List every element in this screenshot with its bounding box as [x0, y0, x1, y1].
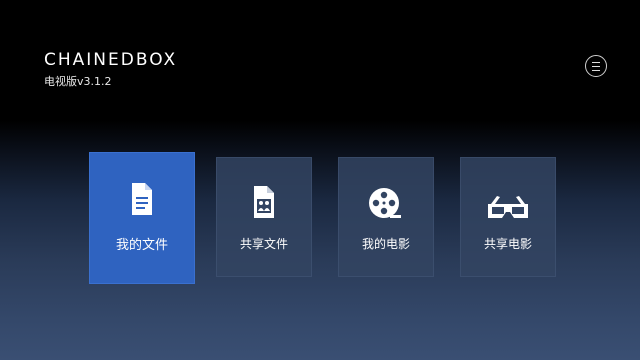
tile-label: 我的文件: [115, 238, 168, 253]
tile-label: 我的电影: [361, 237, 410, 251]
document-icon: [130, 183, 154, 219]
tile-my-files[interactable]: 我的文件: [89, 152, 195, 284]
tile-label: 共享电影: [483, 237, 532, 251]
3d-glasses-icon: [487, 196, 529, 226]
tile-shared-files[interactable]: 共享文件: [216, 157, 312, 277]
tile-my-movies[interactable]: 我的电影: [338, 157, 434, 277]
tile-label: 共享文件: [239, 237, 288, 251]
film-reel-icon: [368, 186, 404, 224]
tile-menu: 我的文件 共享文件 我的电影 共享电影: [0, 0, 640, 360]
shared-document-icon: [252, 186, 276, 222]
tile-shared-movies[interactable]: 共享电影: [460, 157, 556, 277]
